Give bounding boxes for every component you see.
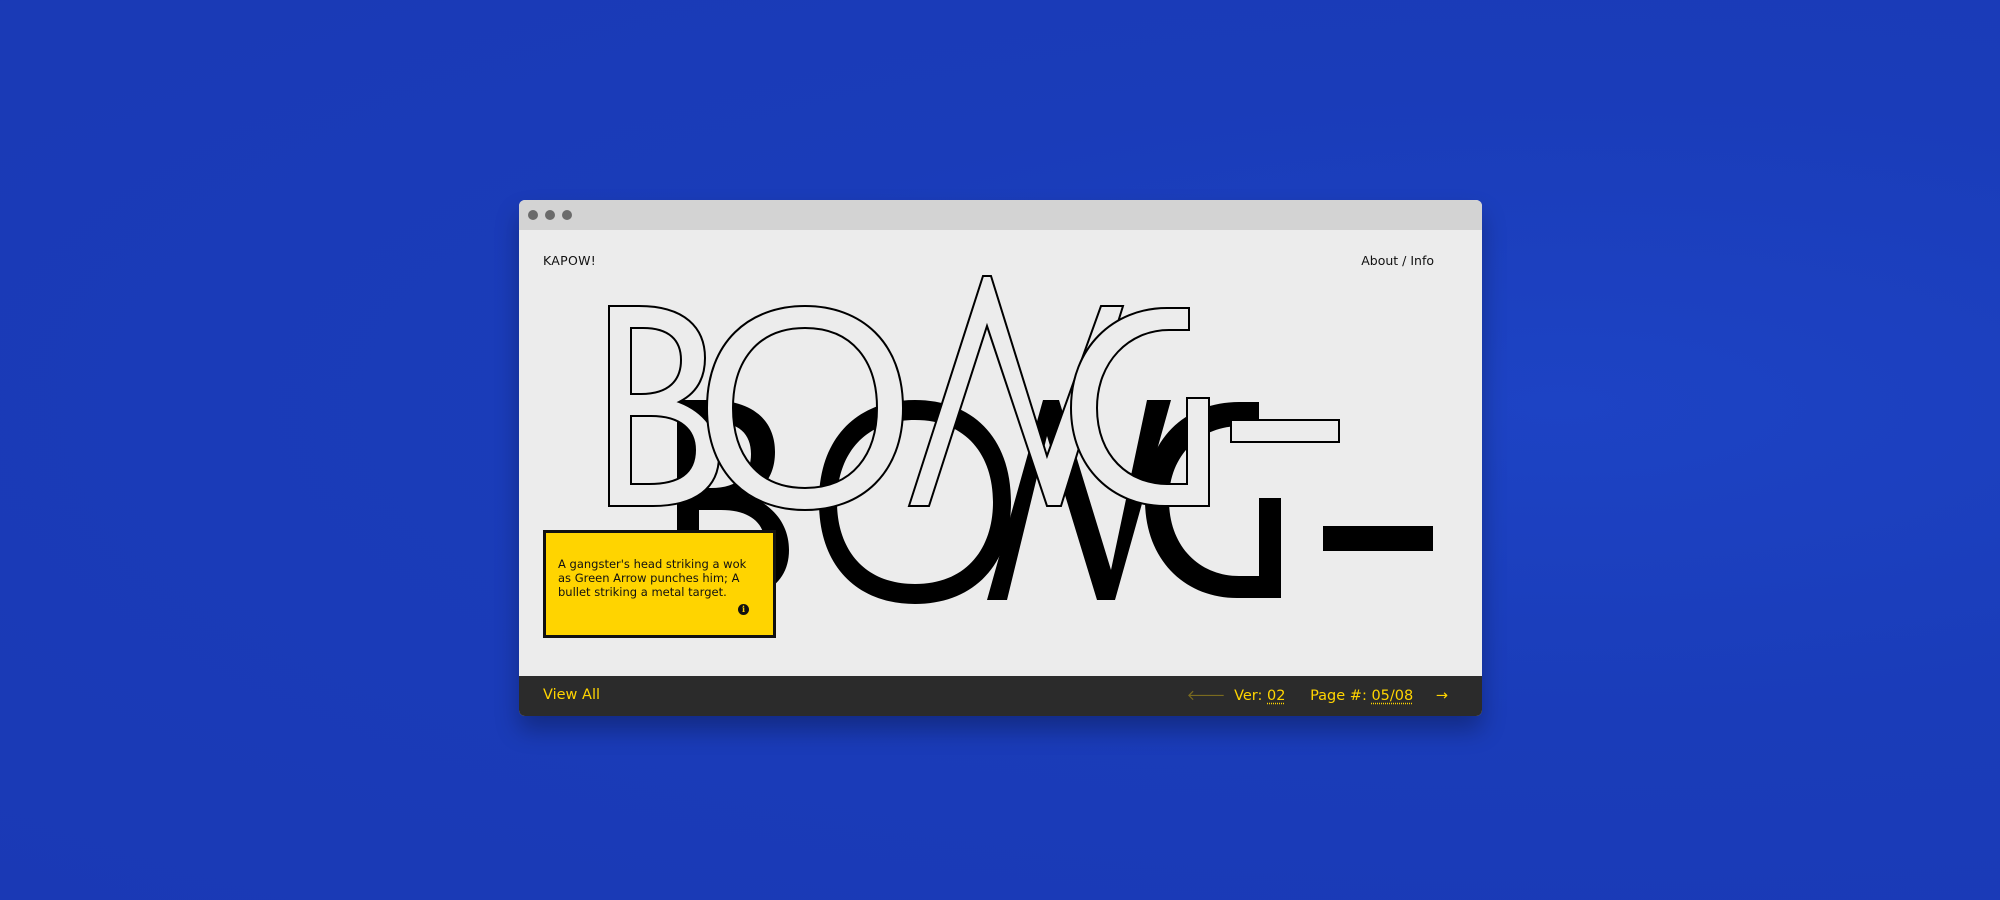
caption-box: A gangster's head striking a wok as Gree… (543, 530, 776, 638)
window-close-dot[interactable] (528, 210, 538, 220)
window-minimize-dot[interactable] (545, 210, 555, 220)
page-value[interactable]: 05/08 (1371, 688, 1413, 704)
version-value[interactable]: 02 (1267, 688, 1285, 704)
info-icon[interactable]: i (738, 604, 749, 615)
footer-bar: View All 🡐 Ver: 02 Page #: 05/08 → (519, 676, 1482, 716)
title-bar (519, 200, 1482, 230)
arrow-right-icon[interactable]: → (1436, 688, 1448, 704)
pager: 🡐 Ver: 02 Page #: 05/08 → (1187, 687, 1448, 704)
view-all-link[interactable]: View All (543, 687, 600, 703)
page-label: Page #: (1310, 688, 1367, 704)
arrow-left-icon[interactable]: 🡐 (1187, 687, 1226, 704)
outline-letters (608, 275, 1340, 512)
caption-text: A gangster's head striking a wok as Gree… (558, 557, 747, 599)
browser-window: KAPOW! About / Info A gangster's head st… (519, 200, 1482, 716)
version-label: Ver: (1234, 688, 1263, 704)
window-maximize-dot[interactable] (562, 210, 572, 220)
